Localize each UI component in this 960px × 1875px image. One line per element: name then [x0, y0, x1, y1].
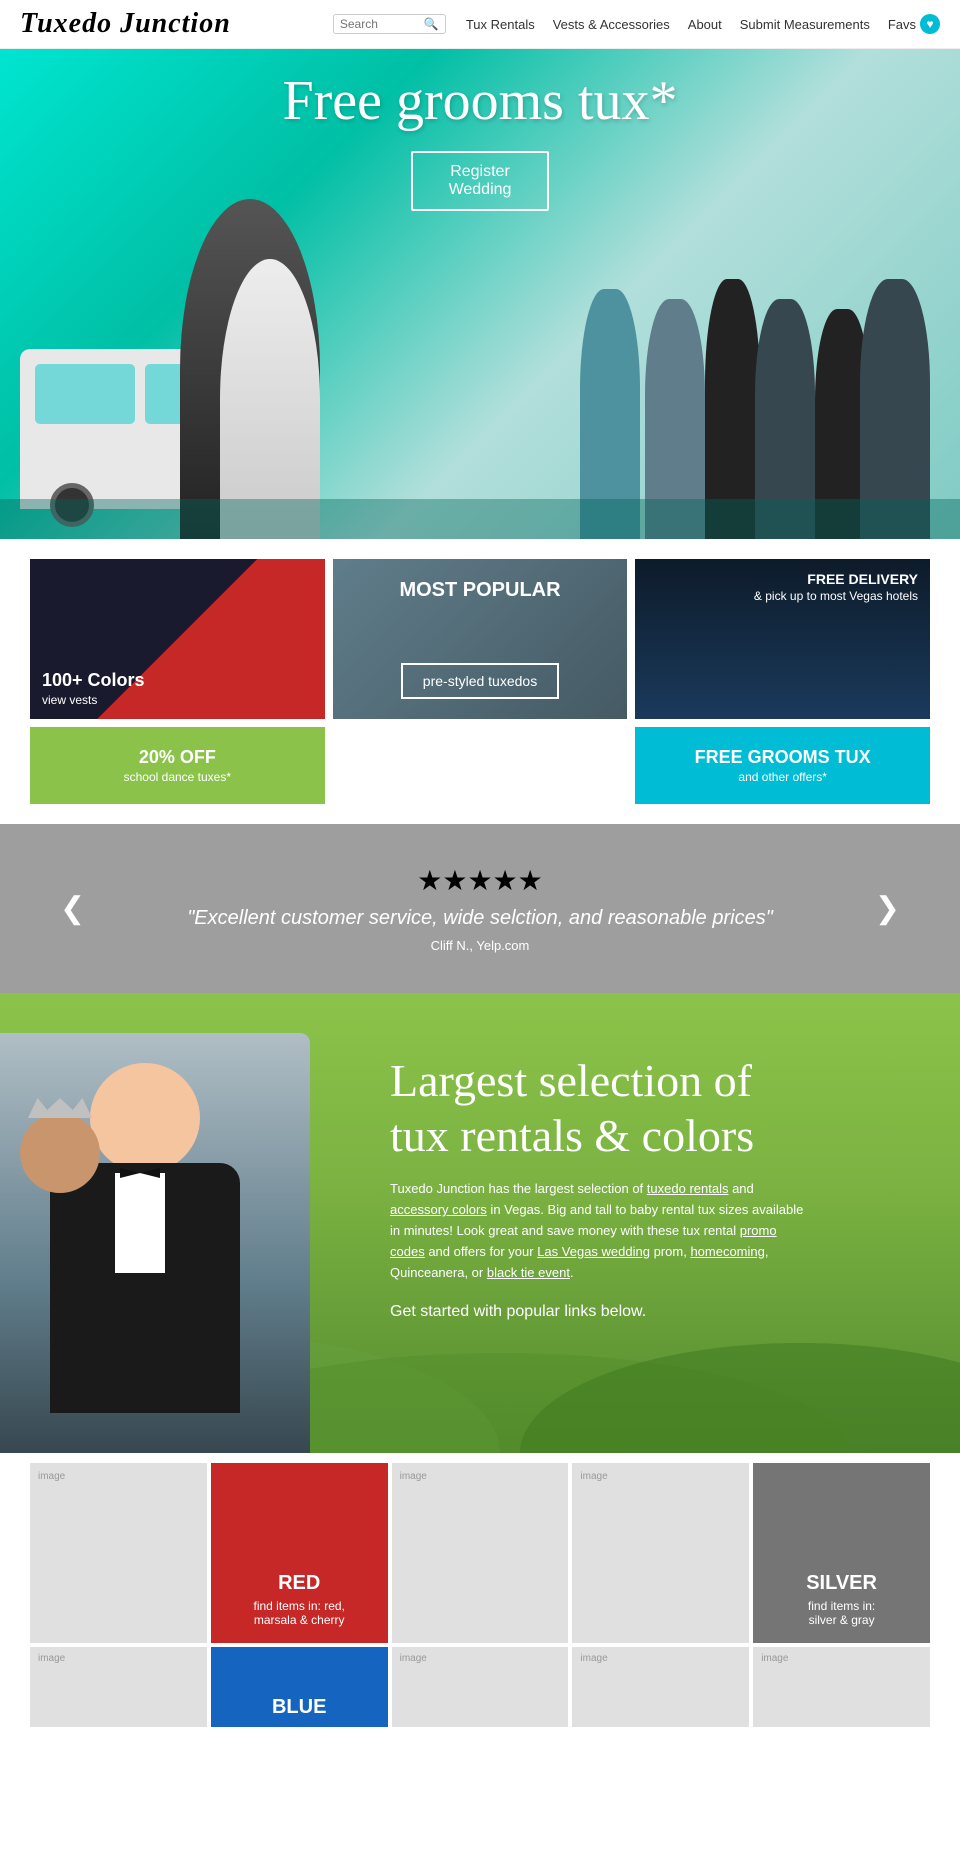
- logo-text: Tuxedo Junction: [20, 8, 231, 39]
- search-box[interactable]: 🔍: [333, 14, 446, 34]
- vests-label: 100+ Colors: [42, 670, 145, 691]
- review-text: "Excellent customer service, wide selcti…: [105, 907, 855, 930]
- hills-content: Largest selection of tux rentals & color…: [390, 1053, 810, 1321]
- black-tie-link[interactable]: black tie event: [487, 1265, 570, 1280]
- bottom-cell-1-tag: image: [38, 1653, 65, 1664]
- person-shirt: [115, 1173, 165, 1273]
- review-author: Cliff N., Yelp.com: [105, 938, 855, 953]
- bottom-cell-5-tag: image: [761, 1653, 788, 1664]
- color-cell-4[interactable]: image: [572, 1463, 749, 1643]
- nav-area: 🔍 Tux Rentals Vests & Accessories About …: [333, 14, 940, 34]
- bottom-cell-1[interactable]: image: [30, 1647, 207, 1727]
- color-cell-1[interactable]: image: [30, 1463, 207, 1643]
- favs-button[interactable]: Favs ♥: [888, 14, 940, 34]
- feature-popular-col: MOST POPULAR pre-styled tuxedos: [333, 559, 628, 804]
- free-tux-label: FREE GROOMS TUX: [645, 747, 920, 768]
- school-dance-button[interactable]: 20% OFF school dance tuxes*: [30, 727, 325, 804]
- blue-label: BLUE: [272, 1696, 326, 1719]
- reviews-section: ❮ ★★★★★ "Excellent customer service, wid…: [0, 824, 960, 993]
- delivery-sublabel: & pick up to most Vegas hotels: [754, 589, 918, 603]
- tuxedo-rentals-link[interactable]: tuxedo rentals: [647, 1181, 729, 1196]
- vests-text: 100+ Colors view vests: [42, 670, 145, 707]
- hero-title: Free grooms tux*: [282, 69, 677, 133]
- free-grooms-tux-button[interactable]: FREE GROOMS TUX and other offers*: [635, 727, 930, 804]
- bride-silhouette: [220, 259, 320, 539]
- partner-head: [20, 1113, 100, 1193]
- cell-1-tag: image: [38, 1471, 65, 1482]
- delivery-label: FREE DELIVERY: [754, 571, 918, 587]
- silver-sublabel: find items in:silver & gray: [808, 1599, 875, 1627]
- hills-person-image: [0, 1033, 310, 1453]
- person-head: [90, 1063, 200, 1173]
- color-grid-bottom: image BLUE image image image: [30, 1647, 930, 1727]
- red-sublabel: find items in: red,marsala & cherry: [254, 1599, 345, 1627]
- site-header: Tuxedo Junction 🔍 Tux Rentals Vests & Ac…: [0, 0, 960, 49]
- accessory-colors-link[interactable]: accessory colors: [390, 1202, 487, 1217]
- school-dance-label: 20% OFF: [40, 747, 315, 768]
- popular-text-area: MOST POPULAR: [399, 579, 560, 602]
- bottom-cell-4-tag: image: [580, 1653, 607, 1664]
- color-cell-3[interactable]: image: [392, 1463, 569, 1643]
- homecoming-link[interactable]: homecoming: [690, 1244, 764, 1259]
- silver-label: SILVER: [806, 1572, 877, 1595]
- bottom-cell-3[interactable]: image: [392, 1647, 569, 1727]
- bottom-cell-5[interactable]: image: [753, 1647, 930, 1727]
- delivery-image[interactable]: FREE DELIVERY & pick up to most Vegas ho…: [635, 559, 930, 719]
- review-prev-button[interactable]: ❮: [60, 891, 85, 926]
- las-vegas-wedding-link[interactable]: Las Vegas wedding: [537, 1244, 650, 1259]
- van-window: [35, 364, 135, 424]
- nav-measurements[interactable]: Submit Measurements: [740, 17, 870, 32]
- hero-image: [0, 159, 960, 539]
- nav-about[interactable]: About: [688, 17, 722, 32]
- pre-styled-button[interactable]: pre-styled tuxedos: [401, 663, 559, 699]
- vests-sublabel: view vests: [42, 693, 145, 707]
- feature-vests-col: 100+ Colors view vests 20% OFF school da…: [30, 559, 325, 804]
- nav-tux-rentals[interactable]: Tux Rentals: [466, 17, 535, 32]
- popular-image[interactable]: MOST POPULAR pre-styled tuxedos: [333, 559, 628, 719]
- features-section: 100+ Colors view vests 20% OFF school da…: [30, 559, 930, 804]
- hills-cta: Get started with popular links below.: [390, 1303, 810, 1321]
- heart-icon: ♥: [920, 14, 940, 34]
- search-input[interactable]: [340, 17, 420, 31]
- nav-vests[interactable]: Vests & Accessories: [553, 17, 670, 32]
- search-icon[interactable]: 🔍: [424, 17, 439, 31]
- bottom-cell-4[interactable]: image: [572, 1647, 749, 1727]
- tiara: [28, 1098, 92, 1118]
- main-nav: Tux Rentals Vests & Accessories About Su…: [466, 14, 940, 34]
- review-content: ★★★★★ "Excellent customer service, wide …: [105, 864, 855, 953]
- bottom-cell-3-tag: image: [400, 1653, 427, 1664]
- cell-3-tag: image: [400, 1471, 427, 1482]
- vests-image[interactable]: 100+ Colors view vests: [30, 559, 325, 719]
- register-wedding-button[interactable]: RegisterWedding: [411, 151, 550, 211]
- delivery-text: FREE DELIVERY & pick up to most Vegas ho…: [754, 571, 918, 603]
- color-cell-silver[interactable]: SILVER find items in:silver & gray: [753, 1463, 930, 1643]
- popular-label: MOST POPULAR: [399, 579, 560, 602]
- hills-section: Largest selection of tux rentals & color…: [0, 993, 960, 1453]
- cell-4-tag: image: [580, 1471, 607, 1482]
- hills-body: Tuxedo Junction has the largest selectio…: [390, 1179, 810, 1283]
- free-tux-sublabel: and other offers*: [645, 770, 920, 784]
- favs-label: Favs: [888, 17, 916, 32]
- color-cell-blue[interactable]: BLUE: [211, 1647, 388, 1727]
- review-stars: ★★★★★: [105, 864, 855, 897]
- pre-styled-label: pre-styled tuxedos: [423, 673, 537, 689]
- hills-title: Largest selection of tux rentals & color…: [390, 1053, 810, 1163]
- color-grid-top: image RED find items in: red,marsala & c…: [30, 1463, 930, 1643]
- school-dance-sublabel: school dance tuxes*: [40, 770, 315, 784]
- feature-delivery-col: FREE DELIVERY & pick up to most Vegas ho…: [635, 559, 930, 804]
- review-next-button[interactable]: ❯: [875, 891, 900, 926]
- color-grid-section: image RED find items in: red,marsala & c…: [0, 1463, 960, 1757]
- hero-section: Free grooms tux* RegisterWedding: [0, 49, 960, 539]
- ground: [0, 499, 960, 539]
- color-cell-red[interactable]: RED find items in: red,marsala & cherry: [211, 1463, 388, 1643]
- site-logo[interactable]: Tuxedo Junction: [20, 8, 231, 40]
- red-label: RED: [278, 1572, 320, 1595]
